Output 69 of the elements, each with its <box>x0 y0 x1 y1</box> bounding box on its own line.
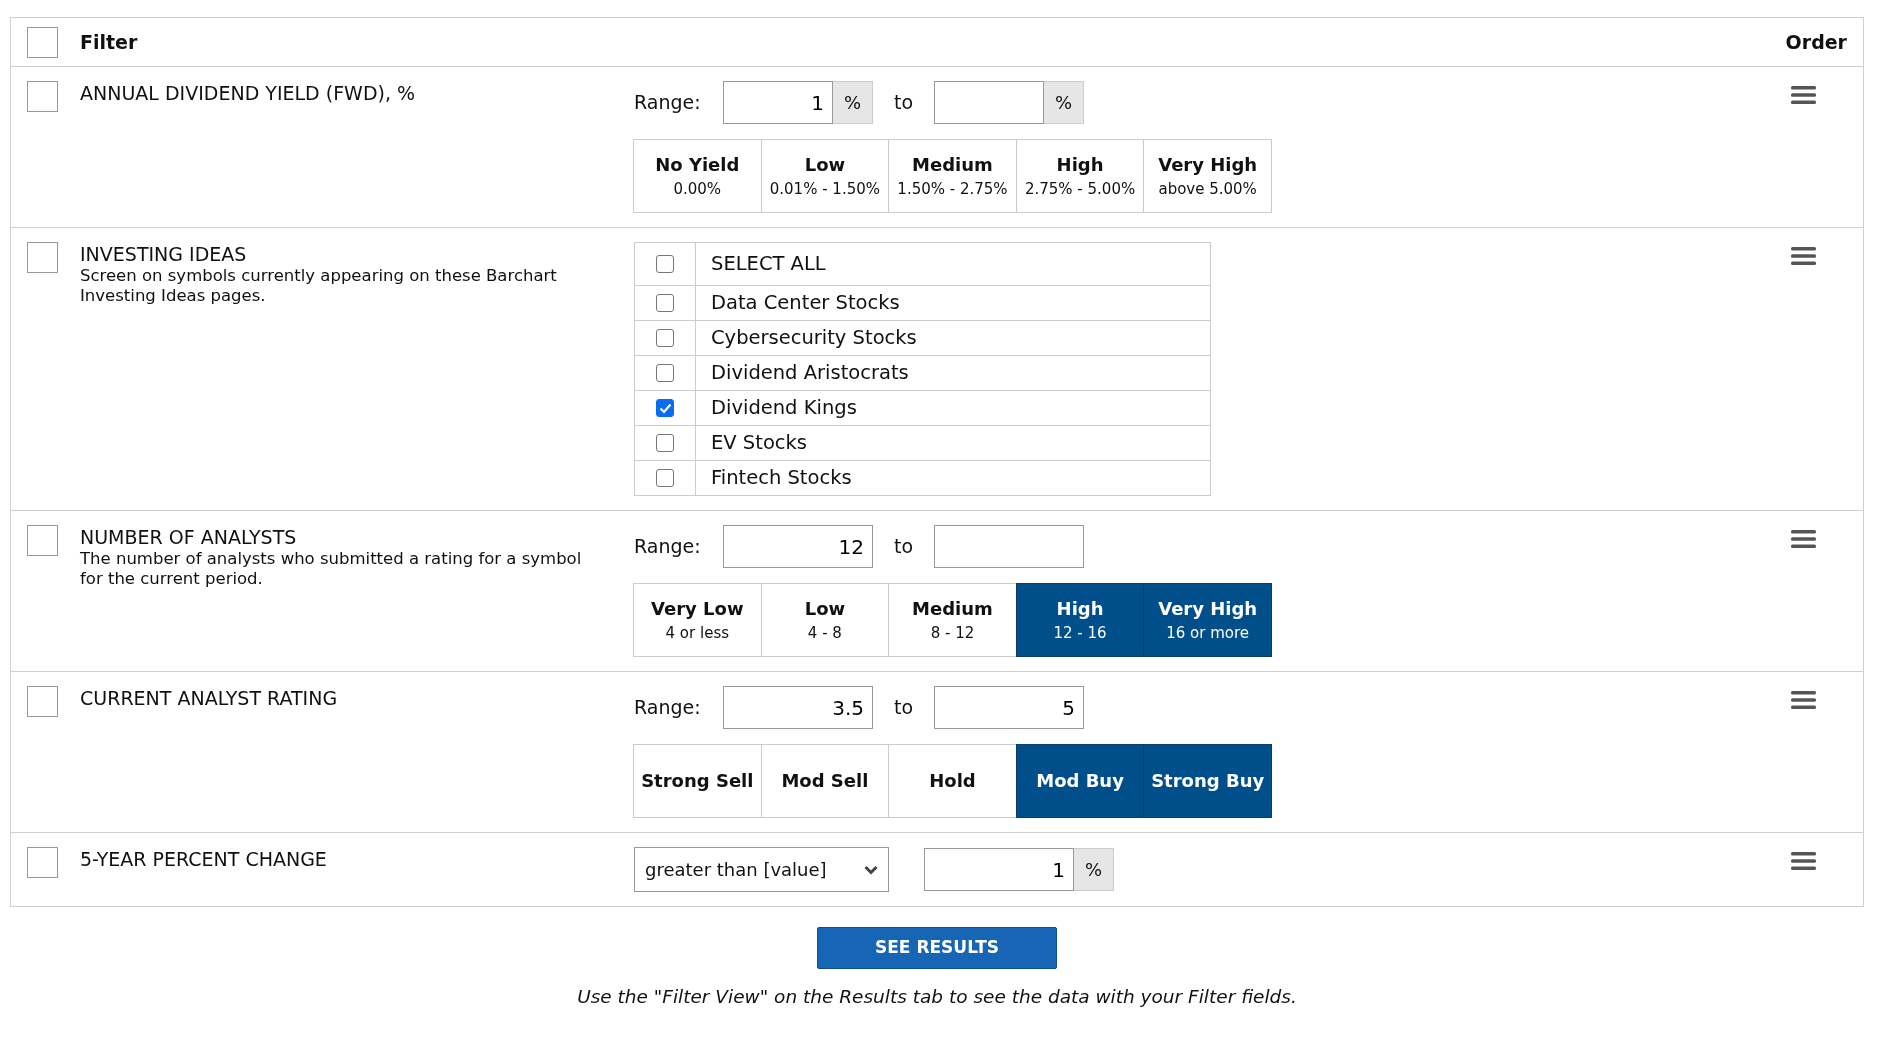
see-results-button[interactable]: SEE RESULTS <box>817 927 1057 969</box>
dropdown[interactable]: greater than [value] <box>634 847 889 892</box>
checkbox[interactable] <box>27 525 58 556</box>
list-item[interactable]: Data Center Stocks <box>635 285 1210 320</box>
checkbox[interactable] <box>656 469 674 487</box>
list-item[interactable]: Dividend Kings <box>635 390 1210 425</box>
to-label: to <box>892 90 915 116</box>
to-label: to <box>892 695 915 721</box>
range-to-field[interactable] <box>934 81 1044 124</box>
range-from-field[interactable]: 3.5 <box>723 686 873 729</box>
checkbox[interactable] <box>656 434 674 452</box>
list-item[interactable]: SELECT ALL <box>635 243 1210 285</box>
column-header: Filter <box>80 29 139 55</box>
drag-handle-icon[interactable] <box>1790 690 1816 710</box>
checkbox[interactable] <box>27 847 58 878</box>
drag-handle-icon[interactable] <box>1790 529 1816 549</box>
checkbox[interactable] <box>656 399 674 417</box>
range-from-field[interactable]: 1 <box>723 81 833 124</box>
drag-handle-icon[interactable] <box>1790 246 1816 266</box>
list-item[interactable]: Fintech Stocks <box>635 460 1210 495</box>
checkbox[interactable] <box>27 686 58 717</box>
preset-button[interactable]: High 12 - 16 <box>1015 583 1145 657</box>
filter-title: INVESTING IDEAS <box>80 242 248 266</box>
filter-description: The number of analysts who submitted a rating for a symbol for the current period. <box>80 549 583 589</box>
caret-icon <box>864 864 878 875</box>
preset-button[interactable]: Medium 8 - 12 <box>888 583 1017 657</box>
preset-button[interactable]: High 2.75% - 5.00% <box>1015 139 1145 213</box>
range-label: Range: <box>634 534 702 560</box>
column-header: Order <box>1785 29 1847 55</box>
filter-title: ANNUAL DIVIDEND YIELD (FWD), % <box>80 81 416 105</box>
list-item[interactable]: Cybersecurity Stocks <box>635 320 1210 355</box>
preset-button[interactable]: Very High 16 or more <box>1143 583 1272 657</box>
range-to-field[interactable] <box>934 525 1084 568</box>
list-item[interactable]: EV Stocks <box>635 425 1210 460</box>
checkbox[interactable] <box>27 26 58 58</box>
range-label: Range: <box>634 695 702 721</box>
preset-button[interactable]: Low 0.01% - 1.50% <box>760 139 890 213</box>
filter-description: Screen on symbols currently appearing on these Barchart Investing Ideas pages. <box>80 266 558 306</box>
preset-button[interactable]: Low 4 - 8 <box>760 583 890 657</box>
checkbox[interactable] <box>656 329 674 347</box>
preset-button[interactable]: Strong Buy <box>1143 744 1272 818</box>
checkbox[interactable] <box>27 81 58 112</box>
unit-label: % <box>1074 848 1114 891</box>
filter-title: NUMBER OF ANALYSTS <box>80 525 298 549</box>
unit-label: % <box>1044 81 1084 124</box>
preset-button[interactable]: Very Low 4 or less <box>633 583 762 657</box>
preset-button[interactable]: Mod Sell <box>760 744 890 818</box>
preset-button[interactable]: Strong Sell <box>633 744 762 818</box>
filter-title: 5-YEAR PERCENT CHANGE <box>80 847 327 871</box>
checkbox[interactable] <box>656 294 674 312</box>
range-to-field[interactable]: 5 <box>934 686 1084 729</box>
preset-button[interactable]: Very High above 5.00% <box>1143 139 1272 213</box>
range-from-field[interactable]: 12 <box>723 525 873 568</box>
checkbox[interactable] <box>656 255 674 273</box>
preset-button[interactable]: Medium 1.50% - 2.75% <box>888 139 1017 213</box>
checkbox[interactable] <box>27 242 58 273</box>
filter-title: CURRENT ANALYST RATING <box>80 686 338 710</box>
value-field[interactable]: 1 <box>924 848 1074 891</box>
list-item[interactable]: Dividend Aristocrats <box>635 355 1210 390</box>
checkbox[interactable] <box>656 364 674 382</box>
drag-handle-icon[interactable] <box>1790 851 1816 871</box>
footer-note: Use the "Filter View" on the Results tab to see the data with your Filter fields. <box>576 985 1298 1009</box>
preset-button[interactable]: No Yield 0.00% <box>633 139 762 213</box>
to-label: to <box>892 534 915 560</box>
preset-button[interactable]: Mod Buy <box>1015 744 1145 818</box>
preset-button[interactable]: Hold <box>888 744 1017 818</box>
range-label: Range: <box>634 90 702 116</box>
drag-handle-icon[interactable] <box>1790 85 1816 105</box>
unit-label: % <box>833 81 873 124</box>
